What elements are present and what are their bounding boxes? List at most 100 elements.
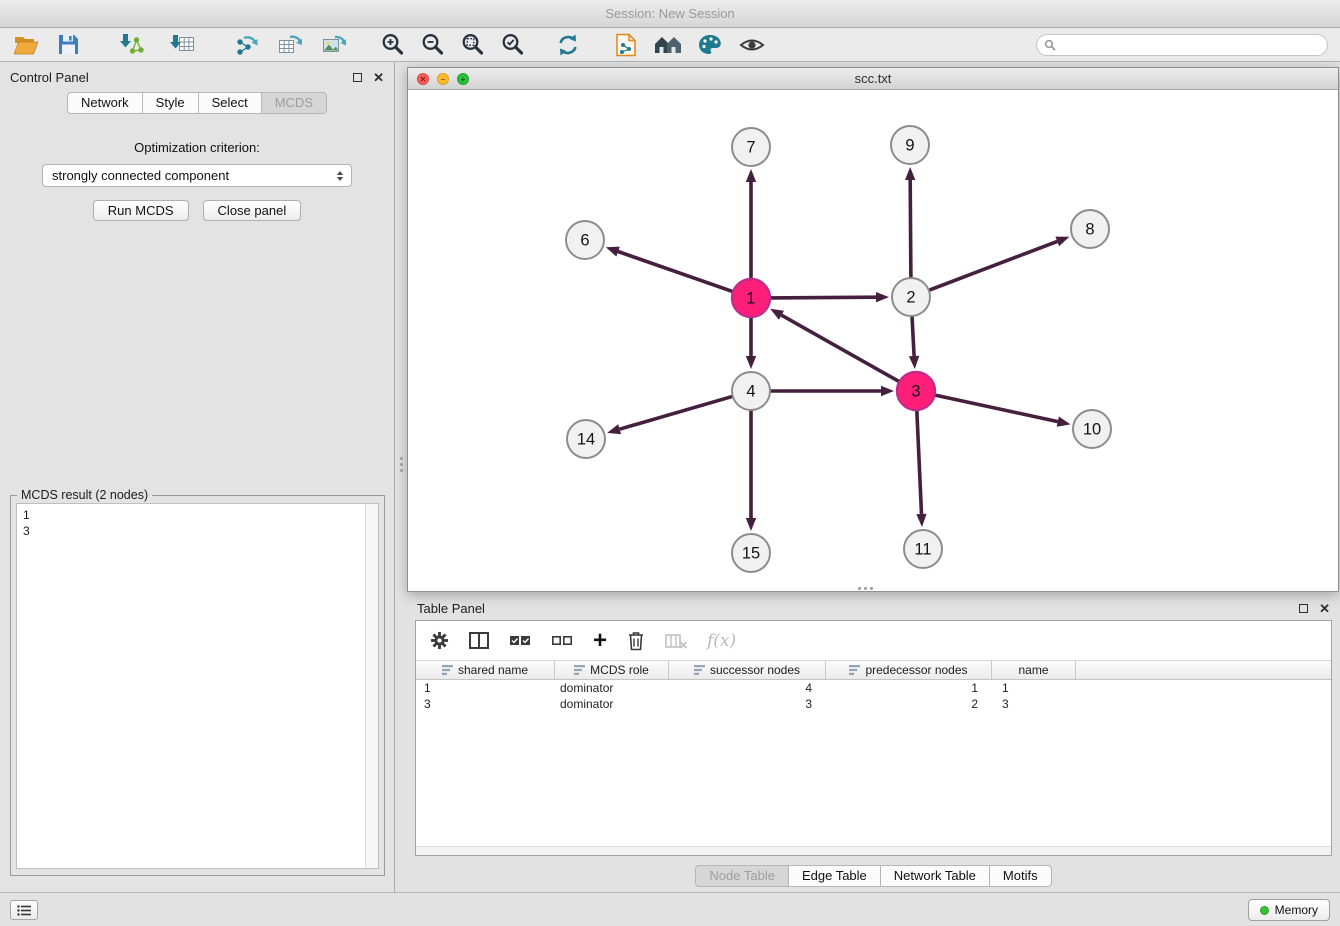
mcds-result-list[interactable]: 1 3 [16,503,379,869]
tab-edge-table[interactable]: Edge Table [788,865,881,887]
zoom-in-icon[interactable] [378,31,406,59]
add-column-icon[interactable]: + [593,628,607,654]
select-all-rows-icon[interactable] [509,628,531,654]
table-panel-float-icon[interactable] [1299,604,1308,613]
graph-node-label: 7 [746,139,755,157]
tab-network-table[interactable]: Network Table [880,865,990,887]
export-table-icon[interactable] [276,31,304,59]
tab-motifs[interactable]: Motifs [989,865,1052,887]
graph-node-label: 9 [905,137,914,155]
network-overview-icon[interactable] [654,31,682,59]
column-header-predecessor-nodes[interactable]: predecessor nodes [826,661,992,679]
mcds-result-line: 1 [23,507,372,523]
control-panel-tabs: Network Style Select MCDS [0,92,394,114]
column-header-name[interactable]: name [992,661,1076,679]
cell-mcds-role[interactable]: dominator [555,680,669,696]
control-panel-header: Control Panel ✕ [0,62,394,92]
cell-shared-name[interactable]: 1 [416,680,555,696]
graph-edge-2-9[interactable] [910,180,911,278]
run-mcds-button[interactable]: Run MCDS [93,200,189,221]
search-field[interactable] [1036,34,1328,56]
graph-edge-2-8[interactable] [929,241,1058,290]
show-columns-icon[interactable] [469,628,489,654]
import-network-icon[interactable] [118,31,146,59]
table-row[interactable]: 1 dominator 4 1 1 [416,680,1331,696]
mcds-result-box: MCDS result (2 nodes) 1 3 [10,495,385,876]
import-table-icon[interactable] [168,31,196,59]
column-sort-icon [694,665,705,675]
graph-edge-arrowhead [606,247,620,257]
tab-node-table[interactable]: Node Table [695,865,789,887]
zoom-fit-icon[interactable] [458,31,486,59]
graph-node-label: 14 [577,431,595,449]
table-delete-glyph [665,633,687,649]
deselect-all-rows-icon[interactable] [551,628,573,654]
graph-edge-3-11[interactable] [917,410,922,514]
tab-network[interactable]: Network [67,92,143,114]
zoom-selected-icon[interactable] [498,31,526,59]
folder-icon [14,34,39,55]
graph-edge-2-3[interactable] [912,316,914,356]
network-canvas[interactable]: 7968124314101511 [408,90,1338,591]
column-header-successor-nodes[interactable]: successor nodes [669,661,826,679]
table-panel-close-icon[interactable]: ✕ [1319,602,1330,615]
memory-button[interactable]: Memory [1248,899,1330,921]
cell-mcds-role[interactable]: dominator [555,696,669,712]
cell-predecessor-nodes[interactable]: 2 [826,696,992,712]
network-window-titlebar[interactable]: ✕ − + scc.txt [408,68,1338,90]
cell-shared-name[interactable]: 3 [416,696,555,712]
splitter-handle-vertical[interactable] [400,457,403,460]
open-file-icon[interactable] [12,31,40,59]
network-graph-svg: 7968124314101511 [408,90,1338,591]
table-row[interactable]: 3 dominator 3 2 3 [416,696,1331,712]
control-panel-close-icon[interactable]: ✕ [373,71,384,84]
criterion-select-value: strongly connected component [52,168,337,183]
trash-glyph [627,630,645,651]
cell-predecessor-nodes[interactable]: 1 [826,680,992,696]
graph-edge-arrowhead [746,169,756,182]
zoom-out-icon[interactable] [418,31,446,59]
save-session-icon[interactable] [54,31,82,59]
cell-successor-nodes[interactable]: 4 [669,680,826,696]
tab-select[interactable]: Select [198,92,262,114]
close-traffic-light[interactable]: ✕ [417,73,429,85]
graph-edge-3-1[interactable] [782,315,900,382]
minimize-traffic-light[interactable]: − [437,73,449,85]
table-panel-tabs: Node Table Edge Table Network Table Moti… [407,865,1340,887]
tab-mcds[interactable]: MCDS [261,92,327,114]
export-image-icon[interactable] [320,31,348,59]
criterion-select[interactable]: strongly connected component [42,164,352,187]
splitter-handle-horizontal[interactable] [858,587,861,590]
task-history-button[interactable] [10,900,38,920]
magnifier-fit-glyph [460,32,485,57]
export-network-icon[interactable] [232,31,260,59]
table-settings-gear-icon[interactable] [430,628,449,654]
export-image-glyph [322,33,347,56]
column-header-mcds-role[interactable]: MCDS role [555,661,669,679]
graph-node-label: 10 [1083,421,1101,439]
style-palette-icon[interactable] [696,31,724,59]
zoom-traffic-light[interactable]: + [457,73,469,85]
tab-style[interactable]: Style [142,92,199,114]
column-header-shared-name[interactable]: shared name [416,661,555,679]
control-panel-float-icon[interactable] [353,73,362,82]
search-input[interactable] [1061,38,1320,52]
cell-name[interactable]: 3 [992,696,1076,712]
first-neighbors-icon[interactable] [612,31,640,59]
function-builder-icon: f(x) [707,628,736,654]
close-panel-button[interactable]: Close panel [203,200,302,221]
show-hide-graphics-icon[interactable] [738,31,766,59]
graph-edge-4-14[interactable] [620,396,733,429]
graph-node-label: 4 [746,383,755,401]
refresh-view-icon[interactable] [554,31,582,59]
table-horizontal-scrollbar[interactable] [416,846,1331,855]
graph-edge-1-2[interactable] [770,297,876,298]
graph-edge-3-10[interactable] [935,395,1058,422]
control-panel: Control Panel ✕ Network Style Select MCD… [0,62,395,892]
graph-node-label: 15 [742,545,760,563]
cell-successor-nodes[interactable]: 3 [669,696,826,712]
delete-column-icon[interactable] [627,628,645,654]
cell-name[interactable]: 1 [992,680,1076,696]
graph-edge-1-6[interactable] [618,252,733,292]
result-scrollbar[interactable] [365,504,378,868]
